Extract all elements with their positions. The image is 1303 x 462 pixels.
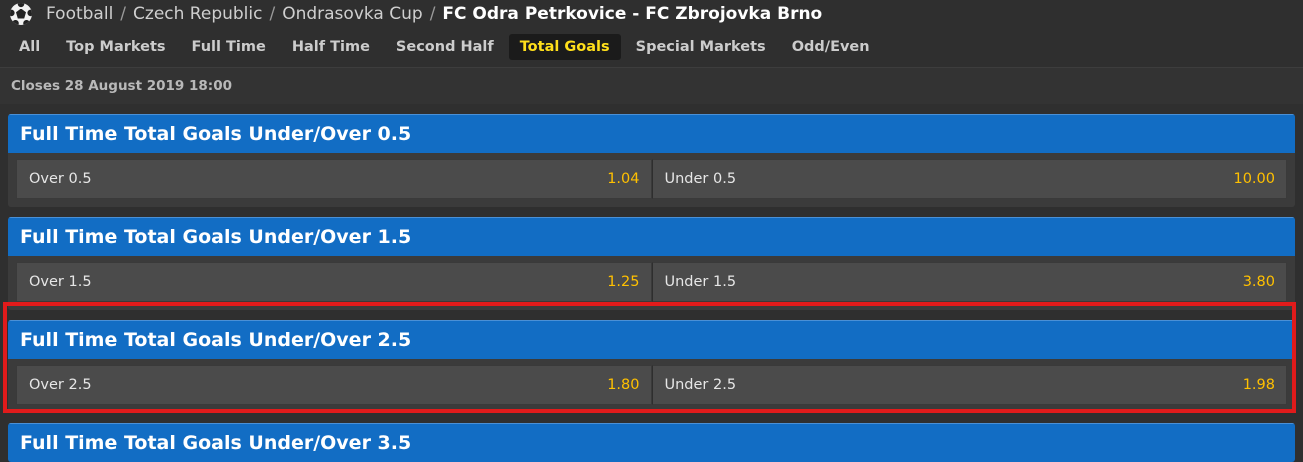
selection-label: Under 0.5	[664, 171, 737, 187]
market-over-under-0-5: Full Time Total Goals Under/Over 0.5 Ove…	[8, 114, 1295, 207]
market-selections: Over 2.5 1.80 Under 2.5 1.98	[8, 359, 1295, 413]
selection-odds: 1.80	[607, 377, 640, 393]
tab-odd-even[interactable]: Odd/Even	[781, 34, 881, 60]
market-title[interactable]: Full Time Total Goals Under/Over 0.5	[8, 114, 1295, 153]
selection-odds: 10.00	[1233, 171, 1275, 187]
selection-over-0-5[interactable]: Over 0.5 1.04	[16, 159, 652, 199]
market-over-under-2-5: Full Time Total Goals Under/Over 2.5 Ove…	[8, 320, 1295, 413]
market-title[interactable]: Full Time Total Goals Under/Over 2.5	[8, 320, 1295, 359]
market-selections: Over 0.5 1.04 Under 0.5 10.00	[8, 153, 1295, 207]
tab-top-markets[interactable]: Top Markets	[55, 34, 176, 60]
selection-label: Over 0.5	[29, 171, 92, 187]
tab-total-goals[interactable]: Total Goals	[508, 34, 621, 60]
breadcrumb-separator: /	[269, 3, 276, 24]
breadcrumb: Football / Czech Republic / Ondrasovka C…	[0, 0, 1303, 27]
breadcrumb-ondrasovka-cup[interactable]: Ondrasovka Cup	[282, 4, 422, 24]
selection-odds: 1.98	[1242, 377, 1275, 393]
selection-label: Under 2.5	[664, 377, 737, 393]
tab-all[interactable]: All	[8, 34, 51, 60]
tab-half-time[interactable]: Half Time	[281, 34, 381, 60]
tab-special-markets[interactable]: Special Markets	[625, 34, 777, 60]
selection-label: Over 1.5	[29, 274, 92, 290]
selection-under-1-5[interactable]: Under 1.5 3.80	[651, 262, 1287, 302]
market-tabs: All Top Markets Full Time Half Time Seco…	[0, 27, 1303, 68]
tab-full-time[interactable]: Full Time	[181, 34, 277, 60]
market-over-under-3-5: Full Time Total Goals Under/Over 3.5	[8, 423, 1295, 462]
selection-label: Under 1.5	[664, 274, 737, 290]
selection-under-2-5[interactable]: Under 2.5 1.98	[651, 365, 1287, 405]
selection-over-2-5[interactable]: Over 2.5 1.80	[16, 365, 652, 405]
soccer-ball-icon	[10, 2, 32, 25]
breadcrumb-separator: /	[429, 3, 436, 24]
selection-label: Over 2.5	[29, 377, 92, 393]
selection-over-1-5[interactable]: Over 1.5 1.25	[16, 262, 652, 302]
market-over-under-1-5: Full Time Total Goals Under/Over 1.5 Ove…	[8, 217, 1295, 310]
breadcrumb-football[interactable]: Football	[46, 4, 113, 24]
breadcrumb-separator: /	[120, 3, 127, 24]
market-selections: Over 1.5 1.25 Under 1.5 3.80	[8, 256, 1295, 310]
selection-odds: 1.25	[607, 274, 640, 290]
market-title[interactable]: Full Time Total Goals Under/Over 3.5	[8, 423, 1295, 462]
tab-second-half[interactable]: Second Half	[385, 34, 505, 60]
selection-odds: 1.04	[607, 171, 640, 187]
markets-list: Full Time Total Goals Under/Over 0.5 Ove…	[0, 114, 1303, 462]
selection-under-0-5[interactable]: Under 0.5 10.00	[651, 159, 1287, 199]
breadcrumb-current-event: FC Odra Petrkovice - FC Zbrojovka Brno	[442, 3, 823, 24]
breadcrumb-czech-republic[interactable]: Czech Republic	[133, 4, 262, 24]
selection-odds: 3.80	[1242, 274, 1275, 290]
closing-time: Closes 28 August 2019 18:00	[0, 68, 1303, 104]
market-title[interactable]: Full Time Total Goals Under/Over 1.5	[8, 217, 1295, 256]
